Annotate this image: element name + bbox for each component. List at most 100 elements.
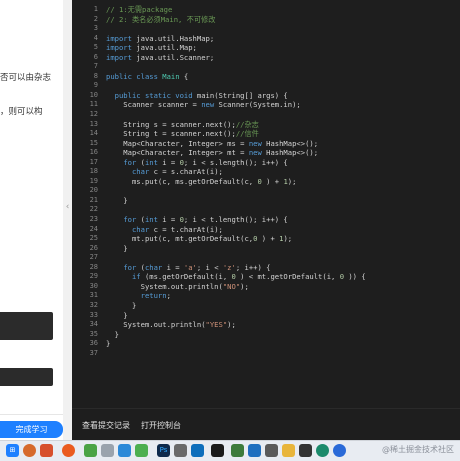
code-token: i =	[162, 262, 184, 272]
code-line[interactable]	[106, 24, 456, 34]
code-token: ) +	[261, 176, 284, 186]
line-number: 6	[93, 52, 98, 61]
edge-icon[interactable]	[316, 444, 329, 457]
code-line[interactable]: public class Main {	[106, 72, 456, 82]
code-token: char	[131, 224, 150, 234]
code-token: public	[106, 71, 132, 81]
chrome-icon[interactable]	[333, 444, 346, 457]
code-token: static	[144, 90, 171, 100]
code-line[interactable]: Map<Character, Integer> mt = new HashMap…	[106, 148, 456, 158]
code-line[interactable]: for (int i = 0; i < s.length(); i++) {	[106, 158, 456, 168]
line-number: 11	[89, 100, 98, 109]
code-line[interactable]: String s = scanner.next();//杂志	[106, 120, 456, 130]
qq-icon[interactable]	[118, 444, 131, 457]
code-line[interactable]: import java.util.HashMap;	[106, 34, 456, 44]
terminal-icon[interactable]	[265, 444, 278, 457]
code-token: Main	[162, 71, 180, 81]
code-editor[interactable]: 1 2 3 4 5 6 7 8 9 10 11 12 13 14 15 16 17 18 19 20 21 22 23 24 2…	[72, 0, 460, 408]
code-line[interactable]: }	[106, 311, 456, 321]
code-token: }	[106, 300, 137, 310]
vscode-icon[interactable]	[191, 444, 204, 457]
pane-splitter[interactable]: ‹	[63, 0, 72, 440]
code-line[interactable]	[106, 62, 456, 72]
firefox-icon-2[interactable]	[40, 444, 53, 457]
code-token: "YES"	[205, 320, 228, 330]
explorer-icon[interactable]	[248, 444, 261, 457]
code-token: System.out.println(	[106, 320, 206, 330]
code-token: ; i <	[196, 262, 223, 272]
code-line[interactable]	[106, 186, 456, 196]
code-token: Scanner(System.in);	[214, 100, 301, 110]
code-token: new	[248, 148, 262, 158]
code-content[interactable]: // 1:无需package// 2: 类名必须Main, 不可修改 import…	[106, 5, 456, 358]
code-line[interactable]: Map<Character, Integer> ms = new HashMap…	[106, 139, 456, 149]
code-line[interactable]: return;	[106, 291, 456, 301]
code-line[interactable]: }	[106, 301, 456, 311]
code-token: HashMap<>();	[261, 138, 319, 148]
code-token: new	[201, 100, 215, 110]
code-token: System.out.println(	[106, 281, 223, 291]
open-console-button[interactable]: 打开控制台	[141, 420, 181, 431]
code-token: int	[144, 157, 158, 167]
code-line[interactable]: // 1:无需package	[106, 5, 456, 15]
code-line[interactable]: }	[106, 196, 456, 206]
code-line[interactable]	[106, 205, 456, 215]
photoshop-icon[interactable]: Ps	[157, 444, 170, 457]
code-token: Map<Character, Integer> ms =	[106, 138, 249, 148]
collapse-arrow-icon[interactable]: ‹	[64, 200, 71, 214]
code-token: ; i < t.length(); i++) {	[183, 215, 288, 225]
view-submissions-button[interactable]: 查看提交记录	[82, 420, 130, 431]
code-line[interactable]: }	[106, 244, 456, 254]
code-line[interactable]: import java.util.Map;	[106, 43, 456, 53]
wechat-icon[interactable]	[84, 444, 97, 457]
code-token: i =	[157, 215, 180, 225]
folder-icon[interactable]	[282, 444, 295, 457]
firefox-browser-icon[interactable]	[62, 444, 75, 457]
media-icon[interactable]	[231, 444, 244, 457]
wechat-alt-icon[interactable]	[101, 444, 114, 457]
code-line[interactable]: for (char i = 'a'; i < 'z'; i++) {	[106, 263, 456, 273]
code-line[interactable]: ms.put(c, ms.getOrDefault(c, 0 ) + 1);	[106, 177, 456, 187]
code-line[interactable]: for (int i = 0; i < t.length(); i++) {	[106, 215, 456, 225]
code-token: (	[136, 157, 145, 167]
settings-icon[interactable]	[299, 444, 312, 457]
line-number: 4	[93, 33, 98, 42]
firefox-icon[interactable]	[23, 444, 36, 457]
code-line[interactable]: char c = s.charAt(i);	[106, 167, 456, 177]
problem-text-line-1: 否可以由杂志	[0, 73, 52, 83]
code-line[interactable]: public static void main(String[] args) {	[106, 91, 456, 101]
code-line[interactable]	[106, 253, 456, 263]
code-line[interactable]: }	[106, 339, 456, 349]
code-line[interactable]: System.out.println("YES");	[106, 320, 456, 330]
line-number: 9	[93, 81, 98, 90]
code-line[interactable]: System.out.println("NO");	[106, 282, 456, 292]
code-token: void	[175, 90, 193, 100]
line-number: 26	[89, 243, 98, 252]
code-line[interactable]: // 2: 类名必须Main, 不可修改	[106, 15, 456, 25]
green-app-icon[interactable]	[135, 444, 148, 457]
code-line[interactable]: if (ms.getOrDefault(i, 0 ) < mt.getOrDef…	[106, 272, 456, 282]
code-line[interactable]: mt.put(c, mt.getOrDefault(c,0 ) + 1);	[106, 234, 456, 244]
code-line[interactable]: char c = t.charAt(i);	[106, 225, 456, 235]
code-line[interactable]	[106, 110, 456, 120]
code-token: c = s.charAt(i);	[149, 167, 223, 177]
code-token: ; i < s.length(); i++) {	[183, 157, 288, 167]
code-token: Scanner scanner =	[106, 100, 202, 110]
code-line[interactable]: String t = scanner.next();//信件	[106, 129, 456, 139]
pycharm-icon[interactable]	[211, 444, 224, 457]
code-line[interactable]	[106, 81, 456, 91]
code-line[interactable]: import java.util.Scanner;	[106, 53, 456, 63]
code-line[interactable]	[106, 349, 456, 359]
finish-study-button[interactable]: 完成学习	[0, 421, 63, 438]
code-line[interactable]: Scanner scanner = new Scanner(System.in)…	[106, 100, 456, 110]
code-token: java.util.HashMap;	[131, 33, 215, 43]
line-number: 5	[93, 43, 98, 52]
code-line[interactable]: }	[106, 330, 456, 340]
code-token: if	[131, 272, 141, 282]
code-token: c = t.charAt(i);	[149, 224, 223, 234]
windows-icon[interactable]: ⊞	[6, 444, 19, 457]
code-token: {	[179, 71, 189, 81]
app-icon[interactable]	[174, 444, 187, 457]
